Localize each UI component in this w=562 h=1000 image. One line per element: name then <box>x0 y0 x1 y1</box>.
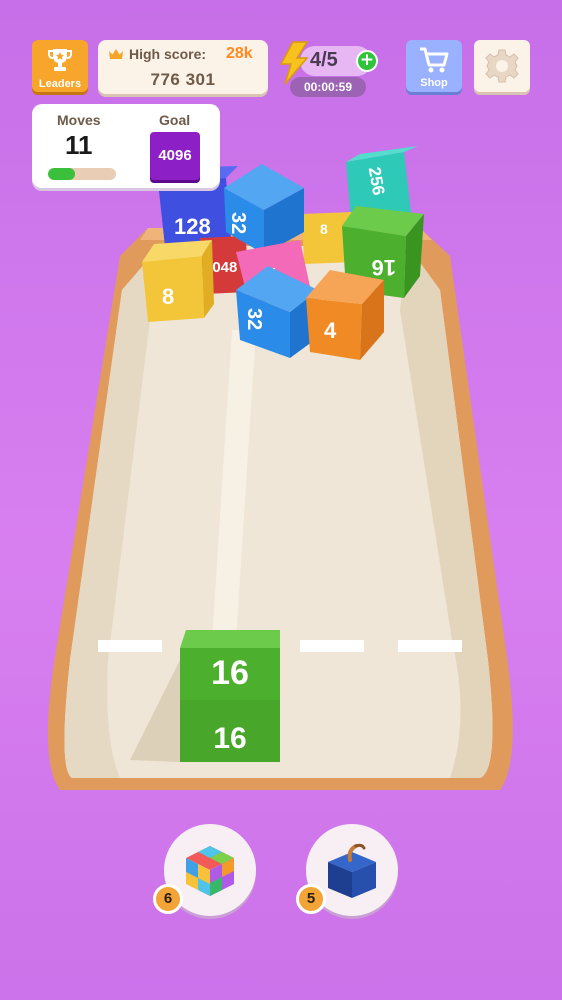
rainbow-booster-count: 6 <box>153 884 183 914</box>
goal-label: Goal <box>159 112 191 128</box>
leaders-label: Leaders <box>38 78 82 90</box>
svg-text:32: 32 <box>243 308 265 330</box>
cube-8-front: 8 <box>142 240 214 322</box>
rainbow-cube-icon <box>186 846 234 896</box>
energy-timer: 00:00:59 <box>290 77 366 97</box>
settings-button[interactable] <box>474 40 530 92</box>
launch-line-dash <box>398 640 462 652</box>
energy-count: 4/5 <box>310 49 338 71</box>
high-score-label: High score: <box>129 46 207 62</box>
add-energy-button[interactable]: + <box>356 50 378 72</box>
shop-label: Shop <box>420 77 448 89</box>
svg-text:128: 128 <box>174 214 211 239</box>
svg-text:16: 16 <box>213 722 246 755</box>
gear-icon <box>485 49 519 83</box>
current-score: 776 301 <box>150 70 216 89</box>
shop-button[interactable]: Shop <box>406 40 462 92</box>
trophy-icon <box>48 49 72 71</box>
launch-line-dash <box>98 640 162 652</box>
bomb-booster-count: 5 <box>296 884 326 914</box>
svg-text:32: 32 <box>227 212 249 234</box>
svg-text:16: 16 <box>211 654 249 692</box>
svg-text:16: 16 <box>372 255 396 280</box>
moves-progress-bar <box>48 168 116 180</box>
player-cube[interactable]: 16 16 <box>180 630 280 762</box>
moves-progress-fill <box>48 168 76 180</box>
goal-panel: Moves 11 Goal 4096 <box>32 104 220 188</box>
moves-value: 11 <box>65 130 93 160</box>
high-score-value: 28k <box>226 45 253 62</box>
svg-text:8: 8 <box>162 284 174 309</box>
launch-line-dash <box>300 640 364 652</box>
score-panel: High score: 28k 776 301 <box>98 40 268 94</box>
goal-cube: 4096 <box>150 132 200 180</box>
svg-text:4: 4 <box>324 318 337 343</box>
cart-icon <box>420 47 449 73</box>
moves-label: Moves <box>57 112 101 128</box>
bomb-cube-icon <box>328 843 376 898</box>
leaders-button[interactable]: Leaders <box>32 40 88 92</box>
svg-text:8: 8 <box>320 221 328 237</box>
crown-icon <box>109 49 123 59</box>
